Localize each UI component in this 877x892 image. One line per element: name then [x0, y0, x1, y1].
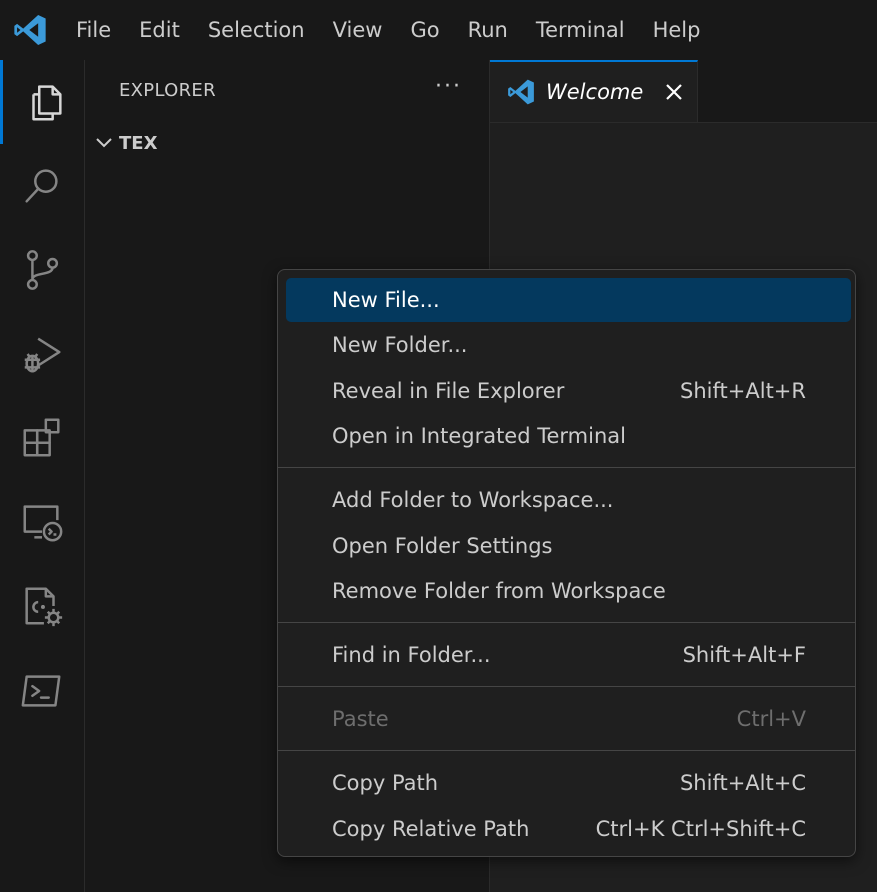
tab-welcome[interactable]: Welcome	[490, 60, 698, 122]
menu-item-open-folder-settings[interactable]: Open Folder Settings	[286, 524, 851, 568]
source-control-icon[interactable]	[0, 228, 84, 312]
run-debug-icon[interactable]	[0, 312, 84, 396]
menu-item-open-in-terminal[interactable]: Open in Integrated Terminal	[286, 414, 851, 458]
menu-item-paste[interactable]: Paste Ctrl+V	[286, 697, 851, 741]
menu-item-label: Copy Path	[332, 771, 439, 795]
vscode-tab-icon	[506, 77, 536, 107]
menu-item-label: Add Folder to Workspace...	[332, 488, 614, 512]
menu-item-label: Reveal in File Explorer	[332, 379, 565, 403]
sidebar-title: EXPLORER	[119, 80, 216, 101]
menu-go[interactable]: Go	[396, 0, 453, 60]
menu-item-label: New Folder...	[332, 333, 468, 357]
menu-item-label: Find in Folder...	[332, 643, 491, 667]
activity-bar	[0, 60, 85, 892]
menu-item-label: Open Folder Settings	[332, 534, 553, 558]
chevron-down-icon	[93, 132, 115, 154]
search-icon[interactable]	[0, 144, 84, 228]
menu-item-shortcut: Ctrl+V	[736, 707, 806, 731]
menu-item-reveal-in-file-explorer[interactable]: Reveal in File Explorer Shift+Alt+R	[286, 369, 851, 413]
menu-item-add-folder-to-workspace[interactable]: Add Folder to Workspace...	[286, 478, 851, 522]
menu-help[interactable]: Help	[639, 0, 715, 60]
menu-item-label: Open in Integrated Terminal	[332, 424, 626, 448]
menu-item-label: Remove Folder from Workspace	[332, 579, 666, 603]
cpp-settings-icon[interactable]	[0, 564, 84, 648]
menu-terminal[interactable]: Terminal	[522, 0, 639, 60]
tab-label: Welcome	[546, 80, 644, 104]
menu-separator	[278, 750, 855, 751]
remote-explorer-icon[interactable]	[0, 480, 84, 564]
menu-item-remove-folder-from-workspace[interactable]: Remove Folder from Workspace	[286, 569, 851, 613]
more-actions-icon[interactable]: ···	[435, 74, 462, 99]
editor-tab-bar: Welcome	[490, 60, 877, 123]
folder-name: TEX	[119, 132, 158, 154]
menu-view[interactable]: View	[319, 0, 397, 60]
menu-separator	[278, 467, 855, 468]
menu-item-shortcut: Ctrl+K Ctrl+Shift+C	[595, 817, 806, 841]
folder-row-tex[interactable]: TEX	[85, 128, 489, 158]
menu-item-copy-relative-path[interactable]: Copy Relative Path Ctrl+K Ctrl+Shift+C	[286, 807, 851, 851]
menu-selection[interactable]: Selection	[194, 0, 319, 60]
menu-run[interactable]: Run	[454, 0, 522, 60]
menu-item-label: Copy Relative Path	[332, 817, 530, 841]
menu-edit[interactable]: Edit	[125, 0, 194, 60]
menu-item-shortcut: Shift+Alt+R	[680, 379, 806, 403]
menu-separator	[278, 686, 855, 687]
menu-item-label: New File...	[332, 288, 440, 312]
menu-item-shortcut: Shift+Alt+C	[679, 771, 806, 795]
menu-separator	[278, 622, 855, 623]
menu-item-shortcut: Shift+Alt+F	[682, 643, 806, 667]
menu-file[interactable]: File	[60, 0, 125, 60]
menu-item-find-in-folder[interactable]: Find in Folder... Shift+Alt+F	[286, 633, 851, 677]
vscode-logo-icon	[0, 0, 60, 60]
context-menu: New File... New Folder... Reveal in File…	[277, 269, 856, 857]
close-icon[interactable]	[662, 80, 686, 104]
explorer-icon[interactable]	[0, 60, 87, 144]
menu-item-label: Paste	[332, 707, 389, 731]
extensions-icon[interactable]	[0, 396, 84, 480]
menu-item-new-file[interactable]: New File...	[286, 278, 851, 322]
menu-bar: File Edit Selection View Go Run Terminal…	[0, 0, 877, 60]
terminal-icon[interactable]	[0, 648, 84, 732]
menu-item-new-folder[interactable]: New Folder...	[286, 323, 851, 367]
menu-item-copy-path[interactable]: Copy Path Shift+Alt+C	[286, 761, 851, 805]
